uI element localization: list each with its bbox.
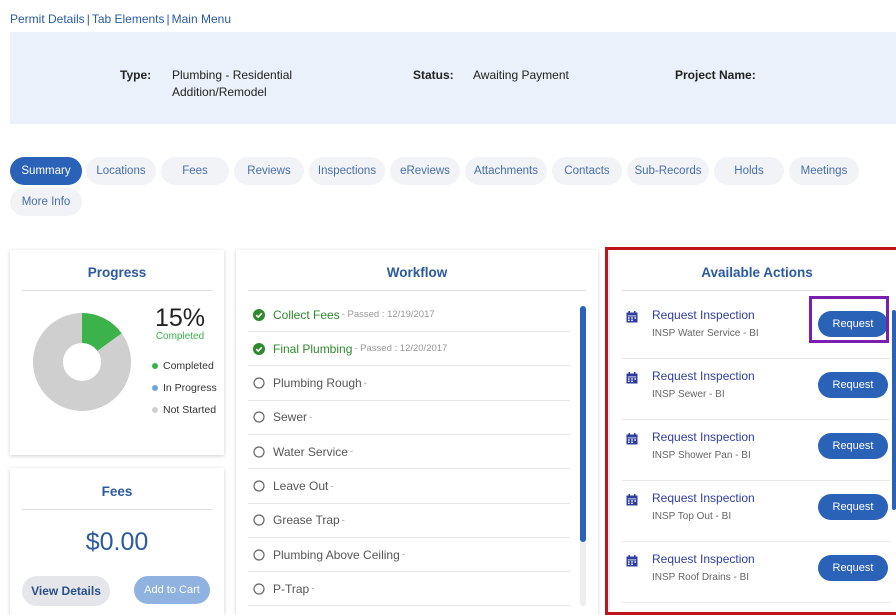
type-label: Type:	[120, 68, 152, 82]
tab-contacts[interactable]: Contacts	[552, 157, 622, 185]
tab-meetings[interactable]: Meetings	[789, 157, 859, 185]
workflow-step-name: Plumbing Rough	[273, 376, 362, 391]
legend-completed: Completed	[152, 360, 214, 372]
breadcrumb-main-menu[interactable]: Main Menu	[172, 12, 231, 26]
tab-fees[interactable]: Fees	[161, 157, 229, 185]
workflow-step-meta: -	[309, 411, 313, 423]
fees-card: Fees $0.00 View Details Add to Cart	[10, 468, 224, 615]
type-value-line1: Plumbing - Residential	[172, 68, 293, 82]
workflow-row: Water Service -	[248, 435, 570, 470]
empty-circle-icon	[253, 446, 265, 458]
progress-title: Progress	[87, 265, 147, 280]
breadcrumb-tab-elements[interactable]: Tab Elements	[92, 12, 165, 26]
workflow-step-name: Leave Out	[273, 479, 329, 493]
progress-completed-caption: Completed	[155, 331, 205, 342]
request-button-highlight	[809, 296, 889, 343]
workflow-step-meta: -	[341, 514, 345, 526]
workflow-step-meta: - Passed : 12/19/2017	[341, 309, 435, 320]
breadcrumb-separator: |	[166, 12, 170, 26]
tab-ereviews[interactable]: eReviews	[390, 157, 460, 185]
workflow-row: Plumbing Rough -	[248, 367, 570, 401]
donut-segment-completed	[81, 313, 122, 352]
check-circle-icon	[253, 342, 265, 355]
type-value-line2: Addition/Remodel	[172, 85, 267, 99]
status-label: Status:	[413, 68, 454, 82]
workflow-step-meta: -	[330, 480, 334, 492]
legend-dot-in-progress	[152, 385, 158, 391]
workflow-row: Plumbing Above Ceiling -	[248, 538, 570, 573]
tab-attachments[interactable]: Attachments	[465, 157, 547, 185]
legend-completed-label: Completed	[163, 360, 214, 372]
workflow-step-name: P-Trap	[273, 581, 310, 596]
progress-percent: 15%	[154, 304, 206, 332]
workflow-title: Workflow	[386, 265, 448, 280]
empty-circle-icon	[253, 514, 265, 526]
workflow-row: Sewer -	[248, 401, 570, 435]
empty-circle-icon	[253, 480, 265, 492]
tab-holds[interactable]: Holds	[714, 157, 784, 185]
progress-card: Progress 15% Completed Completed In Prog…	[10, 250, 224, 455]
empty-circle-icon	[253, 377, 265, 389]
tab-inspections[interactable]: Inspections	[309, 157, 385, 185]
empty-circle-icon	[253, 583, 265, 595]
legend-in-progress: In Progress	[152, 382, 217, 394]
workflow-scrollbar-thumb[interactable]	[580, 306, 586, 542]
fees-title: Fees	[101, 484, 133, 499]
tab-more-info[interactable]: More Info	[10, 188, 82, 216]
legend-dot-completed	[152, 363, 158, 369]
divider	[22, 509, 212, 510]
permit-info-bar: Type: Plumbing - Residential Addition/Re…	[10, 32, 896, 124]
legend-dot-not-started	[152, 407, 158, 413]
tab-summary[interactable]: Summary	[10, 157, 82, 185]
tab-reviews[interactable]: Reviews	[234, 157, 304, 185]
workflow-step-meta: -	[311, 583, 315, 595]
workflow-step-meta: - Passed : 12/20/2017	[354, 343, 448, 355]
breadcrumb-separator: |	[86, 12, 90, 26]
workflow-step-name: Sewer	[273, 410, 308, 425]
status-value: Awaiting Payment	[473, 68, 569, 82]
workflow-step-name: Collect Fees	[273, 307, 340, 322]
workflow-row: Collect Fees - Passed : 12/19/2017	[248, 298, 570, 332]
breadcrumb-permit-details[interactable]: Permit Details	[10, 12, 85, 26]
tab-sub-records[interactable]: Sub-Records	[627, 157, 709, 185]
workflow-row: Grease Trap -	[248, 504, 570, 538]
tab-locations[interactable]: Locations	[86, 157, 156, 185]
empty-circle-icon	[253, 548, 265, 561]
workflow-step-name: Final Plumbing	[273, 341, 353, 356]
breadcrumb: Permit Details | Tab Elements | Main Menu	[10, 12, 231, 26]
divider	[248, 290, 586, 291]
empty-circle-icon	[253, 411, 265, 423]
workflow-step-name: Grease Trap	[273, 513, 340, 528]
legend-in-progress-label: In Progress	[163, 382, 217, 394]
legend-not-started-label: Not Started	[163, 404, 217, 416]
legend-not-started: Not Started	[152, 404, 216, 416]
view-details-button[interactable]: View Details	[22, 576, 110, 606]
type-value: Plumbing - Residential Addition/Remodel	[172, 67, 292, 101]
project-name-label: Project Name:	[675, 68, 756, 82]
divider	[22, 290, 212, 291]
fees-amount: $0.00	[85, 528, 149, 556]
workflow-row: P-Trap -	[248, 572, 570, 607]
workflow-step-meta: -	[363, 377, 367, 389]
check-circle-icon	[253, 308, 265, 321]
workflow-step-name: Water Service	[273, 444, 348, 459]
workflow-step-name: Plumbing Above Ceiling	[273, 547, 400, 562]
workflow-card: Workflow Collect Fees - Passed : 12/19/20…	[236, 250, 598, 615]
progress-donut-chart	[33, 313, 131, 411]
workflow-step-meta: -	[349, 446, 354, 458]
workflow-step-meta: -	[401, 549, 405, 561]
add-to-cart-button[interactable]: Add to Cart	[134, 576, 210, 604]
workflow-row: Final Plumbing - Passed : 12/20/2017	[248, 332, 570, 367]
workflow-row: Leave Out -	[248, 470, 570, 504]
